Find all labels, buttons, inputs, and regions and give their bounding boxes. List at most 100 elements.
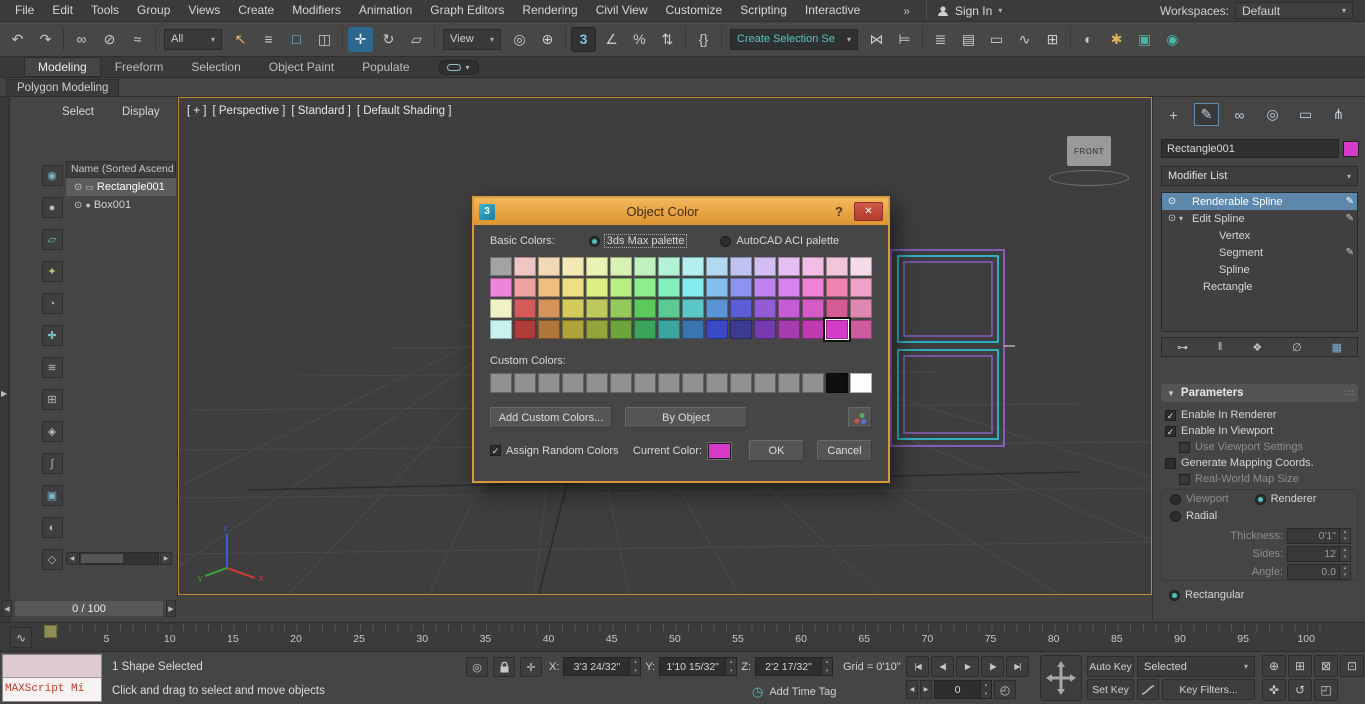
display-materials-icon[interactable]: ◐ <box>42 517 63 538</box>
custom-color-swatch[interactable] <box>682 373 704 393</box>
spinner-arrows[interactable]: ▴▾ <box>725 658 736 675</box>
isolate-selection-toggle[interactable]: ◎ <box>466 657 488 677</box>
menu-interactive[interactable]: Interactive <box>796 0 869 21</box>
autocad-aci-palette-radio[interactable]: AutoCAD ACI palette <box>720 235 839 247</box>
tab-populate[interactable]: Populate <box>348 57 423 77</box>
maximize-viewport-icon[interactable]: ◰ <box>1314 679 1338 701</box>
zoom-extents-icon[interactable]: ⊠ <box>1314 655 1338 677</box>
basic-color-swatch[interactable] <box>850 320 872 339</box>
go-to-end-button[interactable]: ▶| <box>1006 656 1029 677</box>
sides-field[interactable]: Sides: 12▴▾ <box>1162 545 1351 562</box>
subobject-spline[interactable]: Spline <box>1162 261 1357 278</box>
basic-color-swatch[interactable] <box>778 278 800 297</box>
basic-color-swatch[interactable] <box>586 299 608 318</box>
basic-color-swatch[interactable] <box>562 278 584 297</box>
play-button[interactable]: ▶ <box>956 656 979 677</box>
menu-modifiers[interactable]: Modifiers <box>283 0 350 21</box>
custom-color-swatch[interactable] <box>730 373 752 393</box>
mirror-icon[interactable]: ⋈ <box>864 27 889 52</box>
basic-color-swatch[interactable] <box>658 299 680 318</box>
schematic-view-icon[interactable]: ⊞ <box>1040 27 1065 52</box>
display-containers-icon[interactable]: ▣ <box>42 485 63 506</box>
basic-color-swatch[interactable] <box>802 299 824 318</box>
scrollbar-thumb[interactable] <box>81 554 123 563</box>
custom-color-swatch[interactable] <box>490 373 512 393</box>
scroll-left-button[interactable]: ◀ <box>66 552 78 565</box>
explorer-menu-display[interactable]: Display <box>114 103 168 121</box>
basic-color-swatch[interactable] <box>730 299 752 318</box>
basic-color-swatch[interactable] <box>586 257 608 276</box>
basic-color-swatch[interactable] <box>706 320 728 339</box>
display-bones-icon[interactable]: ∫ <box>42 453 63 474</box>
custom-color-swatch[interactable] <box>514 373 536 393</box>
basic-color-swatch[interactable] <box>610 299 632 318</box>
subobject-segment[interactable]: Segment ✎ <box>1162 244 1357 261</box>
previous-frame-button[interactable]: ◀| <box>931 656 954 677</box>
key-filter-set-dropdown[interactable]: Selected ▾ <box>1137 656 1255 677</box>
basic-color-swatch[interactable] <box>682 278 704 297</box>
basic-color-swatch[interactable] <box>514 257 536 276</box>
configure-modifier-sets-icon[interactable]: ▦ <box>1332 341 1342 354</box>
object-name-field[interactable]: Rectangle001 <box>1161 139 1339 158</box>
basic-color-swatch[interactable] <box>514 320 536 339</box>
basic-color-swatch[interactable] <box>538 278 560 297</box>
parameters-rollout-header[interactable]: ▼ Parameters ∷∷ <box>1161 384 1358 402</box>
basic-color-swatch[interactable] <box>802 257 824 276</box>
basic-color-swatch[interactable] <box>754 299 776 318</box>
basic-color-swatch[interactable] <box>706 278 728 297</box>
spinner-snap-icon[interactable]: ⇅ <box>655 27 680 52</box>
display-spacewarps-icon[interactable]: ≋ <box>42 357 63 378</box>
default-key-tangent-button[interactable] <box>1137 679 1159 700</box>
zoom-region-icon[interactable]: ⊡ <box>1340 655 1364 677</box>
modifier-eye-icon[interactable]: ⊙ <box>1165 196 1179 207</box>
basic-color-swatch[interactable] <box>538 320 560 339</box>
menu-edit[interactable]: Edit <box>43 0 82 21</box>
select-and-move-icon[interactable]: ✛ <box>348 27 373 52</box>
basic-color-swatch[interactable] <box>826 299 848 318</box>
render-setup-icon[interactable]: ✱ <box>1104 27 1129 52</box>
named-selection-sets-combobox[interactable]: Create Selection Se ▾ <box>730 29 858 50</box>
assign-random-colors-checkbox[interactable]: ✓ Assign Random Colors <box>490 445 619 457</box>
snaps-toggle-icon[interactable]: 3 <box>571 27 596 52</box>
set-key-button[interactable]: Set Key <box>1087 679 1134 700</box>
time-slider-bar[interactable]: 0 / 100 <box>14 600 164 617</box>
go-to-start-button[interactable]: |◀ <box>906 656 929 677</box>
baseobject-rectangle[interactable]: Rectangle <box>1162 278 1357 295</box>
curve-editor-icon[interactable]: ∿ <box>1012 27 1037 52</box>
viewport-radio[interactable]: Viewport <box>1170 493 1229 505</box>
spinner-arrows[interactable]: ▴▾ <box>980 681 991 698</box>
spinner-arrows[interactable]: ▴▾ <box>1339 547 1350 561</box>
select-and-rotate-icon[interactable]: ↻ <box>376 27 401 52</box>
spinner-arrows[interactable]: ▴▾ <box>821 658 832 675</box>
previous-frame-arrow[interactable]: ◀ <box>2 600 12 617</box>
tab-modeling[interactable]: Modeling <box>24 57 101 77</box>
basic-color-swatch[interactable] <box>778 320 800 339</box>
basic-color-swatch[interactable] <box>754 278 776 297</box>
workspace-selector[interactable]: Default ▾ <box>1235 2 1353 19</box>
modifier-list-dropdown[interactable]: Modifier List ▾ <box>1161 166 1358 186</box>
basic-color-swatch[interactable] <box>658 278 680 297</box>
scrollbar-track[interactable] <box>79 552 159 565</box>
basic-color-swatch[interactable] <box>682 299 704 318</box>
select-and-link-icon[interactable]: ∞ <box>69 27 94 52</box>
basic-color-swatch[interactable] <box>730 320 752 339</box>
select-by-name-icon[interactable]: ≡ <box>256 27 281 52</box>
basic-color-swatch[interactable] <box>682 257 704 276</box>
custom-color-swatch[interactable] <box>706 373 728 393</box>
basic-color-swatch[interactable] <box>610 278 632 297</box>
basic-color-swatch[interactable] <box>514 299 536 318</box>
menu-animation[interactable]: Animation <box>350 0 421 21</box>
custom-color-swatch[interactable] <box>658 373 680 393</box>
display-frozen-icon[interactable]: ◇ <box>42 549 63 570</box>
thickness-field[interactable]: Thickness: 0'1"▴▾ <box>1162 527 1351 544</box>
tab-utilities[interactable]: ⋔ <box>1326 103 1351 126</box>
visibility-eye-icon[interactable]: ⊙ <box>74 182 82 193</box>
explorer-menu-select[interactable]: Select <box>54 103 102 121</box>
custom-color-swatch[interactable] <box>634 373 656 393</box>
basic-color-swatch[interactable] <box>634 320 656 339</box>
add-custom-colors-button[interactable]: Add Custom Colors... <box>490 407 612 428</box>
basic-color-swatch[interactable] <box>850 278 872 297</box>
basic-color-swatch[interactable] <box>778 257 800 276</box>
angle-snap-icon[interactable]: ∠ <box>599 27 624 52</box>
menu-tools[interactable]: Tools <box>82 0 128 21</box>
